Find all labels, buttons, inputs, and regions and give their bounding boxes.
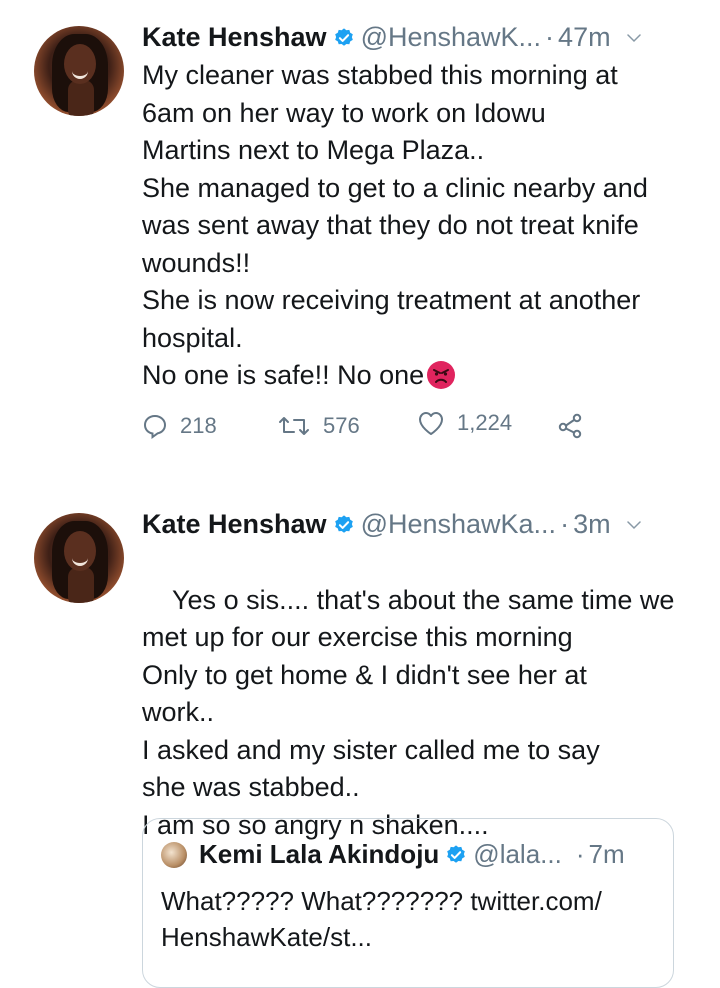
retweet-button[interactable]: 576: [277, 413, 417, 439]
verified-badge-icon: [447, 844, 466, 863]
quoted-avatar: [161, 841, 187, 868]
verified-badge-icon: [334, 27, 353, 46]
reply-icon: [143, 414, 167, 439]
verified-badge-icon: [334, 514, 353, 533]
avatar[interactable]: [34, 513, 124, 603]
tweet-text-content: Yes o sis.... that's about the same time…: [142, 584, 675, 840]
separator-dot: ·: [575, 839, 585, 869]
author-name[interactable]: Kate Henshaw: [142, 509, 327, 540]
tweet-text-content: My cleaner was stabbed this morning at 6…: [142, 60, 648, 390]
quoted-timestamp: 7m: [588, 839, 625, 869]
quoted-author-name: Kemi Lala Akindoju: [199, 839, 440, 869]
share-icon: [558, 413, 582, 439]
timestamp[interactable]: 47m: [558, 22, 611, 53]
retweet-count: 576: [323, 413, 360, 438]
quoted-tweet-text: What????? What??????? twitter.com/ Hensh…: [161, 883, 661, 955]
chevron-down-icon[interactable]: [625, 29, 643, 47]
quoted-tweet-header: Kemi Lala Akindoju @lala... · 7m: [161, 839, 625, 870]
author-handle[interactable]: @HenshawKa...: [361, 509, 557, 540]
reply-count: 218: [180, 413, 217, 438]
reply-button[interactable]: 218: [142, 413, 277, 439]
separator-dot: ·: [545, 22, 555, 52]
avatar[interactable]: [34, 26, 124, 116]
retweet-icon: [279, 417, 309, 435]
heart-icon: [419, 412, 443, 435]
timestamp[interactable]: 3m: [573, 509, 611, 540]
tweet-header: Kate Henshaw @HenshawKa... · 3m: [142, 509, 643, 540]
tweet-header: Kate Henshaw @HenshawK... · 47m: [142, 22, 643, 53]
tweet-actions: 218 576 1,224: [142, 410, 597, 440]
avatar-neck: [68, 567, 94, 603]
separator-dot: ·: [560, 509, 570, 539]
tweet-text: My cleaner was stabbed this morning at 6…: [142, 57, 702, 395]
quoted-author-handle: @lala...: [473, 839, 562, 869]
like-button[interactable]: 1,224: [417, 410, 557, 436]
chevron-down-icon[interactable]: [625, 516, 643, 534]
author-handle[interactable]: @HenshawK...: [361, 22, 541, 53]
quoted-tweet-text-content: What????? What??????? twitter.com/ Hensh…: [161, 886, 602, 952]
quoted-tweet[interactable]: Kemi Lala Akindoju @lala... · 7m What???…: [142, 818, 674, 988]
avatar-neck: [68, 80, 94, 116]
share-button[interactable]: [557, 412, 597, 440]
like-count: 1,224: [457, 410, 513, 435]
angry-face-emoji-icon: [427, 361, 456, 389]
author-name[interactable]: Kate Henshaw: [142, 22, 327, 53]
